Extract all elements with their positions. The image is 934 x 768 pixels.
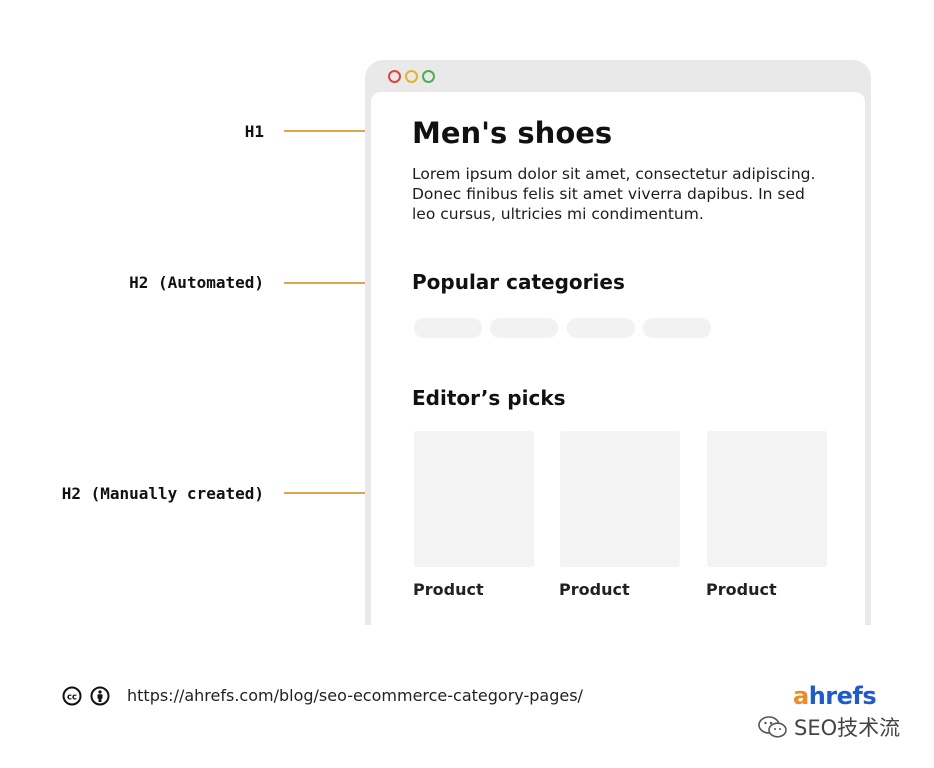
product-card-image[interactable] — [414, 431, 534, 567]
page-title: Men's shoes — [412, 116, 613, 150]
category-pill[interactable] — [414, 318, 482, 338]
category-pill[interactable] — [567, 318, 635, 338]
svg-text:cc: cc — [67, 693, 77, 703]
creative-commons-icon: cc — [62, 686, 82, 706]
section-heading-editors: Editor’s picks — [412, 386, 566, 410]
product-label[interactable]: Product — [559, 580, 630, 599]
annotation-h2-automated: H2 (Automated) — [129, 273, 264, 292]
watermark-text: SEO技术流 — [794, 716, 901, 740]
annotation-h2-manual: H2 (Manually created) — [61, 484, 264, 503]
source-url[interactable]: https://ahrefs.com/blog/seo-ecommerce-ca… — [127, 686, 583, 705]
browser-window: Men's shoes Lorem ipsum dolor sit amet, … — [365, 60, 871, 625]
window-minimize-icon — [405, 70, 418, 83]
attribution-icon — [90, 686, 110, 706]
page-content: Men's shoes Lorem ipsum dolor sit amet, … — [371, 92, 865, 625]
window-maximize-icon — [422, 70, 435, 83]
product-card-image[interactable] — [707, 431, 827, 567]
wechat-icon — [758, 716, 787, 738]
wechat-watermark: SEO技术流 — [758, 712, 900, 742]
annotation-h1: H1 — [244, 122, 264, 141]
category-pill[interactable] — [643, 318, 711, 338]
intro-paragraph: Lorem ipsum dolor sit amet, consectetur … — [412, 165, 816, 223]
window-close-icon — [388, 70, 401, 83]
product-label[interactable]: Product — [413, 580, 484, 599]
logo-rest: hrefs — [808, 682, 877, 710]
ahrefs-logo: ahrefs — [793, 682, 877, 710]
category-pill[interactable] — [490, 318, 558, 338]
logo-first-letter: a — [793, 682, 809, 710]
section-heading-popular: Popular categories — [412, 270, 625, 294]
product-card-image[interactable] — [560, 431, 680, 567]
product-label[interactable]: Product — [706, 580, 777, 599]
